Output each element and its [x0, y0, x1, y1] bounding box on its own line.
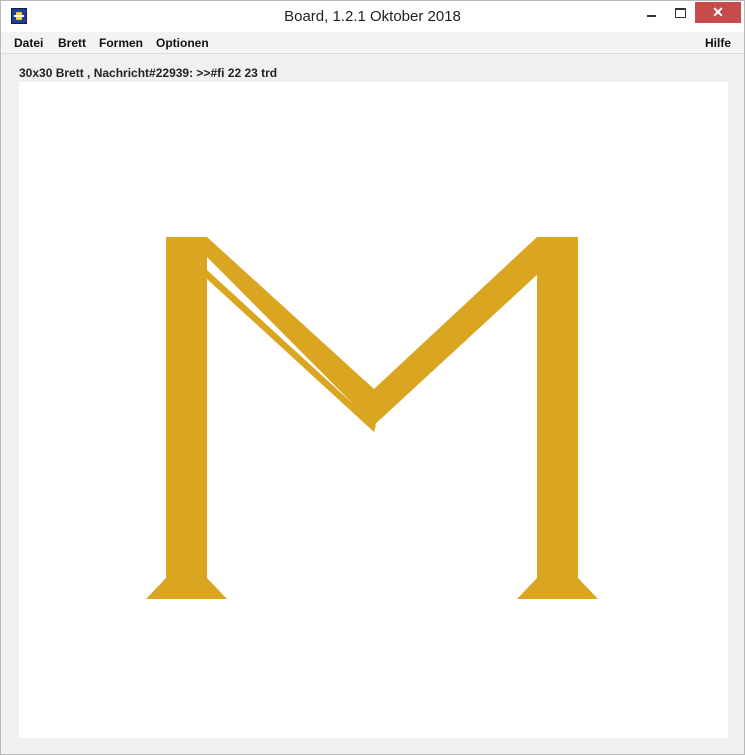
window-title: Board, 1.2.1 Oktober 2018 — [284, 8, 461, 25]
app-window: Board, 1.2.1 Oktober 2018 ✕ Datei Brett … — [0, 0, 745, 755]
menu-hilfe[interactable]: Hilfe — [705, 36, 731, 50]
menu-brett[interactable]: Brett — [58, 36, 86, 50]
letter-m-shape — [146, 237, 598, 599]
menu-bar: Datei Brett Formen Optionen Hilfe — [1, 32, 744, 54]
m-left-diagonal — [207, 237, 374, 425]
title-bar[interactable]: Board, 1.2.1 Oktober 2018 ✕ — [1, 1, 744, 32]
board-drawing — [146, 237, 598, 599]
menu-datei[interactable]: Datei — [14, 36, 43, 50]
board-canvas[interactable] — [19, 82, 728, 738]
status-message: 30x30 Brett , Nachricht#22939: >>#fi 22 … — [19, 66, 278, 80]
menu-optionen[interactable]: Optionen — [156, 36, 209, 50]
m-inner-stripe — [207, 270, 376, 432]
minimize-button[interactable] — [638, 2, 665, 23]
close-button[interactable]: ✕ — [695, 2, 741, 23]
maximize-icon — [675, 7, 686, 18]
m-right-stem — [517, 237, 598, 599]
close-icon: ✕ — [712, 4, 724, 20]
minimize-icon — [647, 14, 656, 17]
m-left-stem — [146, 237, 227, 599]
maximize-button[interactable] — [667, 2, 694, 23]
menu-formen[interactable]: Formen — [99, 36, 143, 50]
